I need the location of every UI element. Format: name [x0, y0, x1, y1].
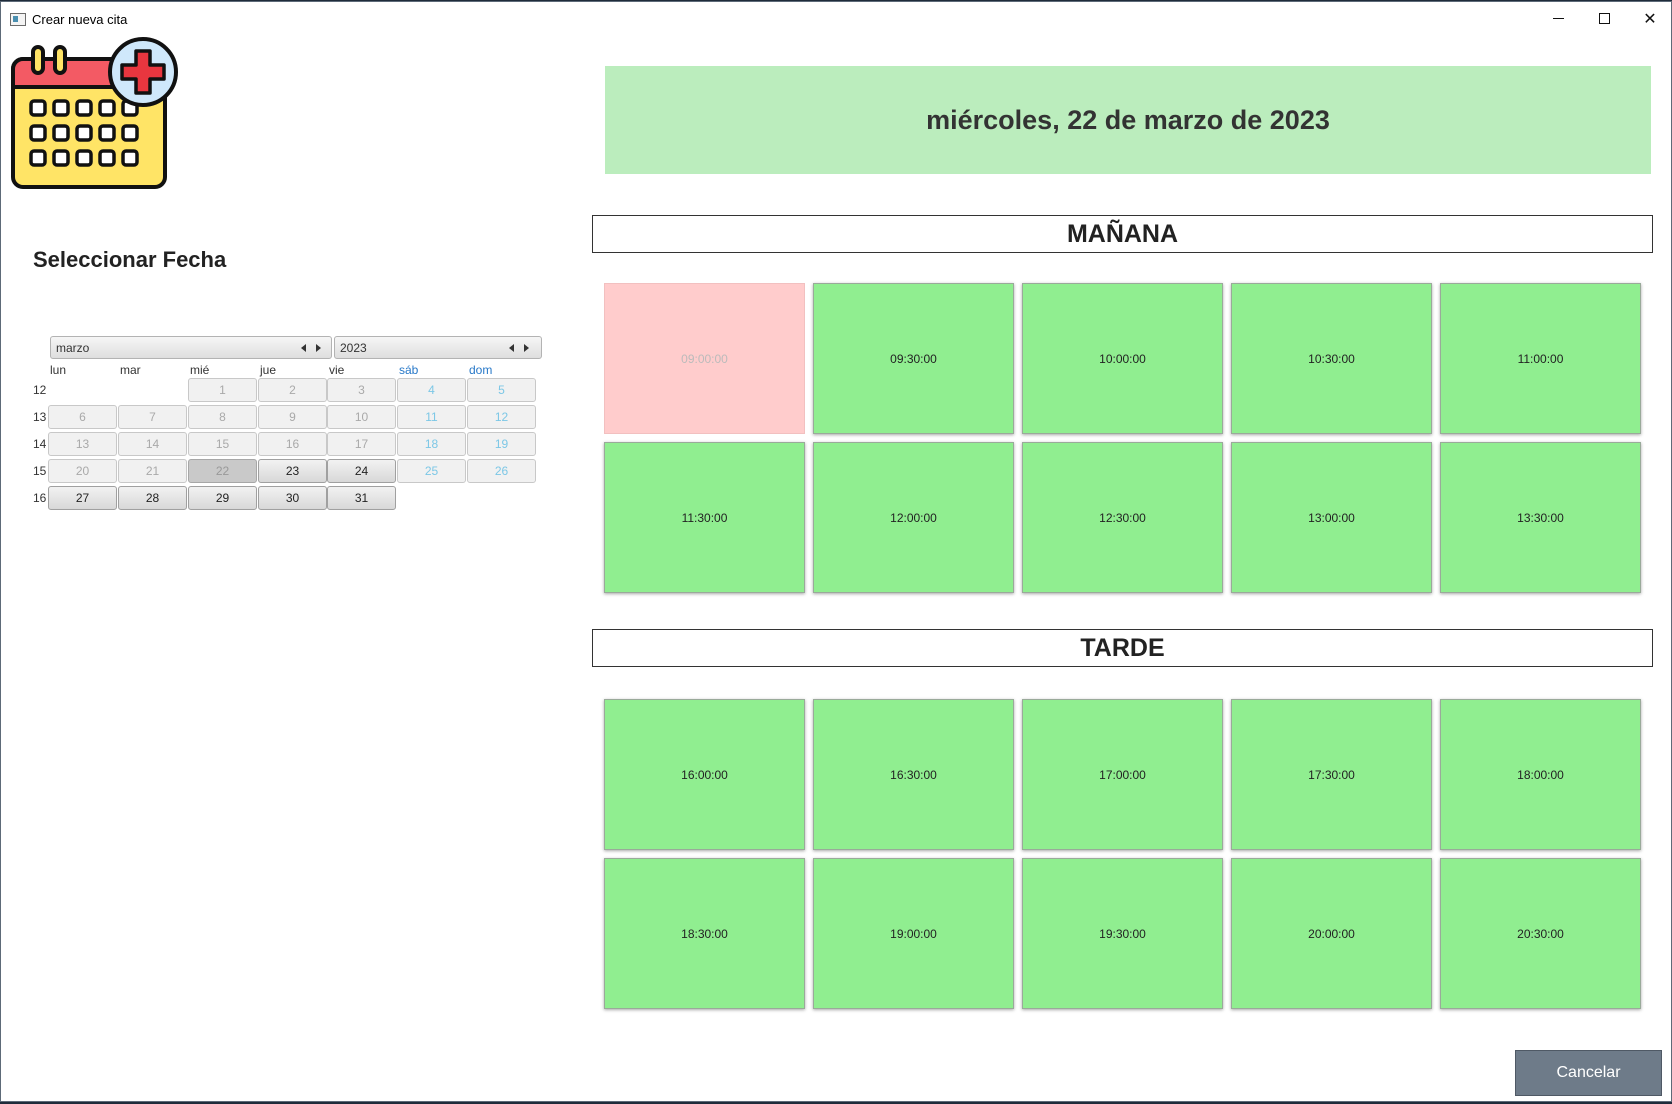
calendar-day[interactable]: 23 — [258, 459, 327, 483]
month-value: marzo — [56, 341, 90, 355]
weekday-header: vie — [329, 363, 345, 377]
calendar-day[interactable]: 13 — [48, 432, 117, 456]
cancel-button[interactable]: Cancelar — [1515, 1050, 1662, 1096]
calendar-day[interactable]: 20 — [48, 459, 117, 483]
calendar-day[interactable]: 22 — [188, 459, 257, 483]
calendar-add-icon — [11, 37, 178, 189]
week-number: 16 — [33, 491, 47, 505]
calendar-day[interactable]: 29 — [188, 486, 257, 510]
prev-year-icon[interactable] — [509, 344, 514, 352]
close-button[interactable]: ✕ — [1627, 2, 1672, 35]
time-slot-button[interactable]: 18:30:00 — [604, 858, 805, 1009]
selected-date-banner: miércoles, 22 de marzo de 2023 — [605, 66, 1651, 174]
time-slot-button[interactable]: 18:00:00 — [1440, 699, 1641, 850]
calendar-day[interactable]: 25 — [397, 459, 466, 483]
calendar-day[interactable]: 9 — [258, 405, 327, 429]
next-year-icon[interactable] — [524, 344, 529, 352]
time-slot-button[interactable]: 20:00:00 — [1231, 858, 1432, 1009]
select-date-title: Seleccionar Fecha — [33, 247, 227, 272]
morning-section-title: MAÑANA — [592, 215, 1653, 253]
title-bar[interactable]: Crear nueva cita ✕ — [1, 2, 1671, 35]
calendar-day[interactable]: 14 — [118, 432, 187, 456]
dialog-window: Crear nueva cita ✕ Seleccionar Fecha mar… — [0, 1, 1672, 1102]
calendar-day[interactable]: 6 — [48, 405, 117, 429]
time-slot-button[interactable]: 17:00:00 — [1022, 699, 1223, 850]
calendar-day[interactable]: 19 — [467, 432, 536, 456]
time-slot-button[interactable]: 10:00:00 — [1022, 283, 1223, 434]
calendar-day[interactable]: 18 — [397, 432, 466, 456]
time-slot-button[interactable]: 17:30:00 — [1231, 699, 1432, 850]
calendar-day[interactable]: 16 — [258, 432, 327, 456]
weekday-header: mié — [190, 363, 210, 377]
maximize-button[interactable] — [1581, 2, 1627, 35]
weekday-header: lun — [50, 363, 67, 377]
time-slot-button[interactable]: 09:00:00 — [604, 283, 805, 434]
time-slot-button[interactable]: 11:00:00 — [1440, 283, 1641, 434]
calendar-day[interactable]: 7 — [118, 405, 187, 429]
calendar-day[interactable]: 2 — [258, 378, 327, 402]
maximize-icon — [1598, 13, 1610, 24]
week-number: 14 — [33, 437, 47, 451]
calendar-day[interactable]: 4 — [397, 378, 466, 402]
calendar-day[interactable]: 12 — [467, 405, 536, 429]
next-month-icon[interactable] — [316, 344, 321, 352]
time-slot-button[interactable]: 19:30:00 — [1022, 858, 1223, 1009]
calendar-day[interactable]: 3 — [327, 378, 396, 402]
weekday-header: mar — [120, 363, 141, 377]
close-icon: ✕ — [1643, 10, 1657, 28]
week-number: 12 — [33, 383, 47, 397]
calendar-day[interactable]: 24 — [327, 459, 396, 483]
weekday-header: dom — [469, 363, 493, 377]
time-slot-button[interactable]: 16:30:00 — [813, 699, 1014, 850]
app-icon — [10, 13, 26, 26]
time-slot-button[interactable]: 12:00:00 — [813, 442, 1014, 593]
time-slot-button[interactable]: 16:00:00 — [604, 699, 805, 850]
time-slot-button[interactable]: 11:30:00 — [604, 442, 805, 593]
minimize-icon — [1552, 18, 1564, 19]
time-slot-button[interactable]: 12:30:00 — [1022, 442, 1223, 593]
time-slot-button[interactable]: 19:00:00 — [813, 858, 1014, 1009]
calendar-day[interactable]: 8 — [188, 405, 257, 429]
time-slot-button[interactable]: 13:00:00 — [1231, 442, 1432, 593]
calendar-day[interactable]: 28 — [118, 486, 187, 510]
calendar-day[interactable]: 15 — [188, 432, 257, 456]
window-title: Crear nueva cita — [32, 12, 128, 27]
calendar-day[interactable]: 21 — [118, 459, 187, 483]
prev-month-icon[interactable] — [301, 344, 306, 352]
week-number: 15 — [33, 464, 47, 478]
year-spinner[interactable]: 2023 — [334, 336, 542, 359]
calendar-day[interactable]: 27 — [48, 486, 117, 510]
year-value: 2023 — [340, 341, 367, 355]
calendar-day[interactable]: 5 — [467, 378, 536, 402]
calendar-day[interactable]: 26 — [467, 459, 536, 483]
calendar-day[interactable]: 11 — [397, 405, 466, 429]
minimize-button[interactable] — [1535, 2, 1581, 35]
month-spinner[interactable]: marzo — [50, 336, 332, 359]
time-slot-button[interactable]: 13:30:00 — [1440, 442, 1641, 593]
afternoon-section-title: TARDE — [592, 629, 1653, 667]
week-number: 13 — [33, 410, 47, 424]
calendar-day[interactable]: 30 — [258, 486, 327, 510]
calendar-day[interactable]: 31 — [327, 486, 396, 510]
calendar-day[interactable]: 10 — [327, 405, 396, 429]
calendar-day[interactable]: 17 — [327, 432, 396, 456]
weekday-header: sáb — [399, 363, 419, 377]
time-slot-button[interactable]: 09:30:00 — [813, 283, 1014, 434]
time-slot-button[interactable]: 20:30:00 — [1440, 858, 1641, 1009]
calendar-day[interactable]: 1 — [188, 378, 257, 402]
time-slot-button[interactable]: 10:30:00 — [1231, 283, 1432, 434]
weekday-header: jue — [260, 363, 277, 377]
